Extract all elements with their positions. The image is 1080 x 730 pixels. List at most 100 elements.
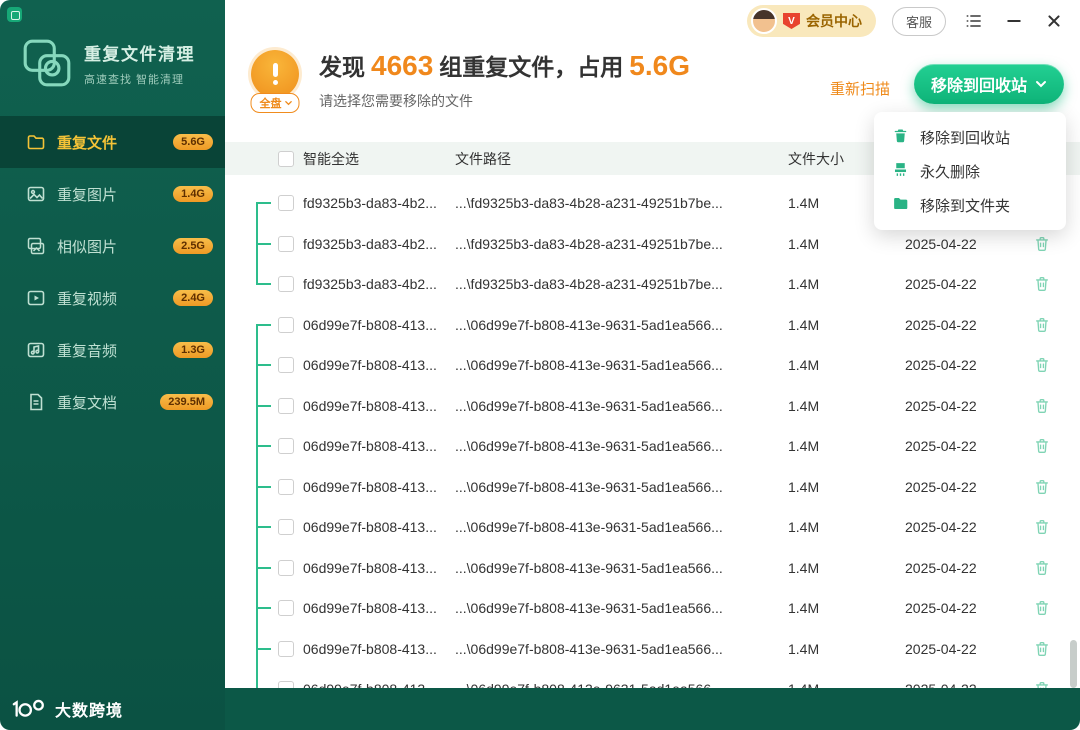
video-icon [26,288,46,308]
files-icon [26,132,46,152]
file-date: 2025-04-22 [905,519,977,536]
action-menu-item-label: 移除到文件夹 [920,197,1011,215]
row-checkbox[interactable] [278,235,294,252]
file-name: 06d99e7f-b808-413... [303,397,437,414]
file-size: 1.4M [788,600,820,617]
action-menu-item-1[interactable]: 永久删除 [874,154,1066,188]
table-row: 06d99e7f-b808-413... ...\06d99e7f-b808-41… [225,386,1080,427]
size-badge: 1.3G [173,342,213,358]
action-menu-item-2[interactable]: 移除到文件夹 [874,188,1066,222]
file-path: ...\06d99e7f-b808-413e-9631-5ad1ea566... [455,559,723,576]
file-date: 2025-04-22 [905,438,977,455]
file-date: 2025-04-22 [905,397,977,414]
file-size: 1.4M [788,316,820,333]
size-badge: 1.4G [173,186,213,202]
chevron-down-icon [285,100,292,106]
brand-logo: 大数跨境 [10,697,123,721]
file-name: 06d99e7f-b808-413... [303,316,437,333]
file-date: 2025-04-22 [905,681,1025,688]
file-name: 06d99e7f-b808-413... [303,478,437,495]
delete-row-icon[interactable] [1033,478,1051,496]
row-checkbox[interactable] [278,357,294,374]
file-name: 06d99e7f-b808-413... [303,600,437,617]
sidebar-item-label: 重复图片 [57,186,118,204]
row-checkbox[interactable] [278,478,294,495]
member-center-label: 会员中心 [805,13,862,29]
file-name: fd9325b3-da83-4b2... [303,276,437,293]
file-size: 1.4M [785,681,905,688]
row-checkbox[interactable] [278,640,294,657]
file-name: fd9325b3-da83-4b2... [303,235,437,252]
row-checkbox[interactable] [278,681,294,688]
row-checkbox[interactable] [278,316,294,333]
task-list-icon[interactable] [962,9,986,33]
size-badge: 2.4G [173,290,213,306]
column-file-path: 文件路径 [455,150,511,167]
page-header: 全盘 发现 4663 组重复文件，占用 5.6G 请选择您需要移除的文件 重新扫… [225,42,1080,120]
sidebar-item-5[interactable]: 重复文档 239.5M [0,376,225,428]
sidebar-item-label: 相似图片 [57,238,118,256]
footer-band [225,688,1080,730]
table-row: 06d99e7f-b808-413... ...\06d99e7f-b808-41… [225,588,1080,629]
delete-row-icon[interactable] [1033,397,1051,415]
row-checkbox[interactable] [278,559,294,576]
row-checkbox[interactable] [278,600,294,617]
sidebar-item-label: 重复文档 [57,394,118,412]
action-menu-item-0[interactable]: 移除到回收站 [874,120,1066,154]
sidebar-item-label: 重复视频 [57,290,118,308]
file-size: 1.4M [788,640,820,657]
remove-to-recycle-button[interactable]: 移除到回收站 [913,64,1064,104]
sidebar-item-1[interactable]: 重复图片 1.4G [0,168,225,220]
row-checkbox[interactable] [278,438,294,455]
delete-row-icon[interactable] [1033,437,1051,455]
row-checkbox[interactable] [278,276,294,293]
size-badge: 5.6G [173,134,213,150]
scan-scope-badge[interactable]: 全盘 [250,93,300,113]
delete-row-icon[interactable] [1033,680,1051,688]
member-center-button[interactable]: V 会员中心 [746,5,876,37]
customer-service-button[interactable]: 客服 [891,6,946,36]
duplicate-search-icon [20,36,74,90]
sidebar-item-2[interactable]: 相似图片 2.5G [0,220,225,272]
delete-row-icon[interactable] [1033,275,1051,293]
file-size: 1.4M [788,276,820,293]
delete-row-icon[interactable] [1033,518,1051,536]
delete-row-icon[interactable] [1033,356,1051,374]
minimize-icon[interactable] [1002,9,1026,33]
topbar: V 会员中心 客服 [225,0,1080,42]
scan-scope-label: 全盘 [259,98,282,110]
sidebar-item-0[interactable]: 重复文件 5.6G [0,116,225,168]
delete-row-icon[interactable] [1033,316,1051,334]
page-title: 发现 4663 组重复文件，占用 5.6G [319,48,696,82]
file-date: 2025-04-22 [905,276,977,293]
file-name: 06d99e7f-b808-413... [303,681,437,688]
file-path: ...\fd9325b3-da83-4b28-a231-49251b7be... [455,276,723,293]
title-middle: 组重复文件，占用 [439,54,624,80]
rescan-link[interactable]: 重新扫描 [830,78,890,99]
file-name: 06d99e7f-b808-413... [303,640,437,657]
shred-icon [892,161,909,182]
delete-row-icon[interactable] [1033,559,1051,577]
row-checkbox[interactable] [278,519,294,536]
file-size: 1.4M [788,519,820,536]
row-checkbox[interactable] [278,195,294,212]
file-name: 06d99e7f-b808-413... [303,559,437,576]
delete-row-icon[interactable] [1033,640,1051,658]
file-path: ...\06d99e7f-b808-413e-9631-5ad1ea566... [455,681,785,688]
delete-row-icon[interactable] [1033,235,1051,253]
delete-row-icon[interactable] [1033,599,1051,617]
vip-badge: V [782,13,800,29]
row-checkbox[interactable] [278,397,294,414]
duplicate-group-count: 4663 [371,50,434,81]
table-body: fd9325b3-da83-4b2... ...\fd9325b3-da83-4b… [225,183,1080,688]
table-row: 06d99e7f-b808-413... ...\06d99e7f-b808-41… [225,548,1080,589]
scrollbar[interactable] [1070,640,1077,688]
file-date: 2025-04-22 [905,640,977,657]
table-row: 06d99e7f-b808-413... ...\06d99e7f-b808-41… [225,345,1080,386]
select-all-checkbox[interactable] [278,150,294,167]
sidebar-item-3[interactable]: 重复视频 2.4G [0,272,225,324]
action-menu-item-label: 永久删除 [920,163,981,181]
file-path: ...\06d99e7f-b808-413e-9631-5ad1ea566... [455,357,723,374]
sidebar-item-4[interactable]: 重复音频 1.3G [0,324,225,376]
close-icon[interactable] [1042,9,1066,33]
